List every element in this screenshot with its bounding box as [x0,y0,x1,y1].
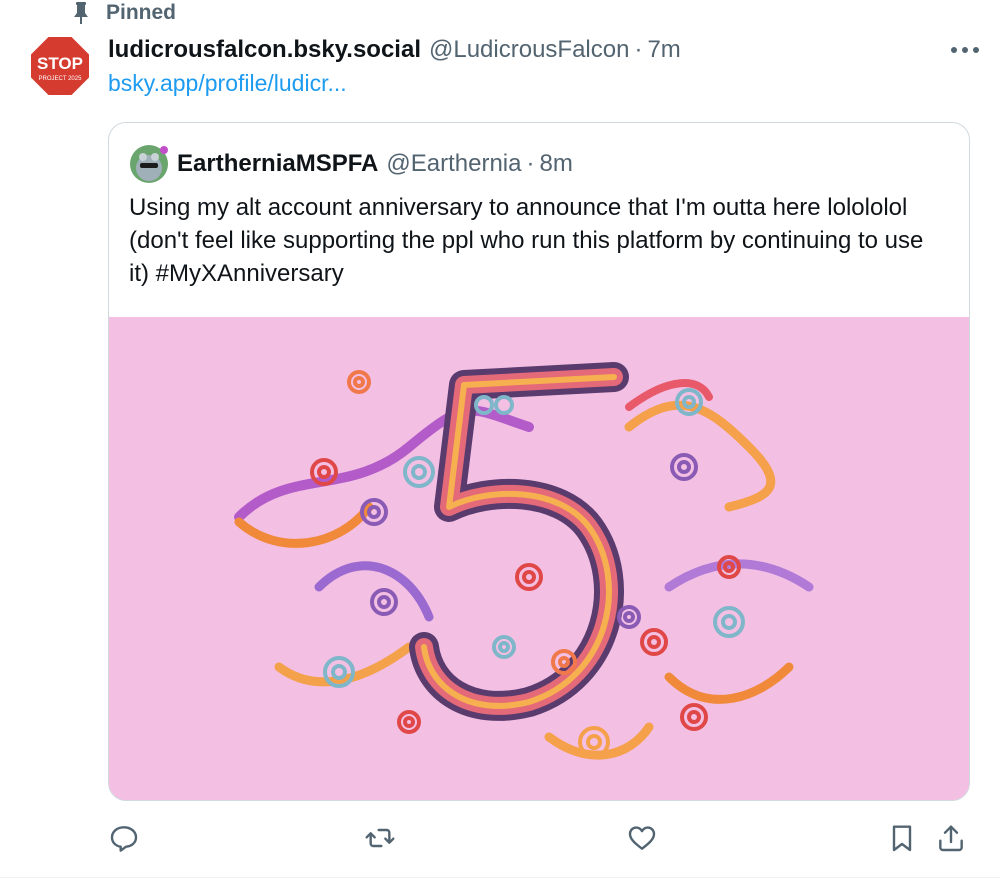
quoted-post-text: Using my alt account anniversary to anno… [129,194,924,287]
quoted-post-card[interactable]: EartherniaMSPFA @Earthernia · 8m Using m… [108,122,970,801]
avatar-subtext: PROJECT 2025 [39,76,83,82]
like-button[interactable] [622,818,662,858]
quoted-separator-dot: · [526,150,535,177]
post-header: ludicrousfalcon.bsky.social @LudicrousFa… [108,33,980,67]
quoted-author-handle[interactable]: @Earthernia [386,150,521,178]
share-button[interactable] [931,818,971,858]
bookmark-icon [892,825,912,852]
repost-icon [365,828,395,848]
pin-icon [68,0,94,26]
share-icon [939,825,963,852]
reply-button[interactable] [104,818,144,858]
author-name[interactable]: ludicrousfalcon.bsky.social [108,36,421,64]
bookmark-button[interactable] [882,818,922,858]
more-options-button[interactable] [940,36,990,64]
quoted-author-avatar[interactable] [129,144,169,184]
action-bar [108,818,968,858]
post-timestamp[interactable]: 7m [647,36,680,64]
quoted-post-image[interactable] [109,317,969,800]
pinned-label: Pinned [106,1,177,24]
more-icon [951,47,979,53]
quoted-post-header: EartherniaMSPFA @Earthernia · 8m [129,145,573,183]
author-avatar[interactable]: STOP PROJECT 2025 [26,32,94,100]
quoted-timestamp[interactable]: 8m [539,150,572,178]
reply-icon [110,826,138,852]
author-handle[interactable]: @LudicrousFalcon [429,36,629,64]
pinned-indicator: Pinned [68,0,176,26]
repost-button[interactable] [360,818,400,858]
avatar-stop-text: STOP [37,54,83,73]
heart-icon [628,826,656,850]
separator-dot: · [634,36,643,63]
quoted-author-name[interactable]: EartherniaMSPFA [177,150,378,178]
post-link[interactable]: bsky.app/profile/ludicr... [108,70,347,97]
